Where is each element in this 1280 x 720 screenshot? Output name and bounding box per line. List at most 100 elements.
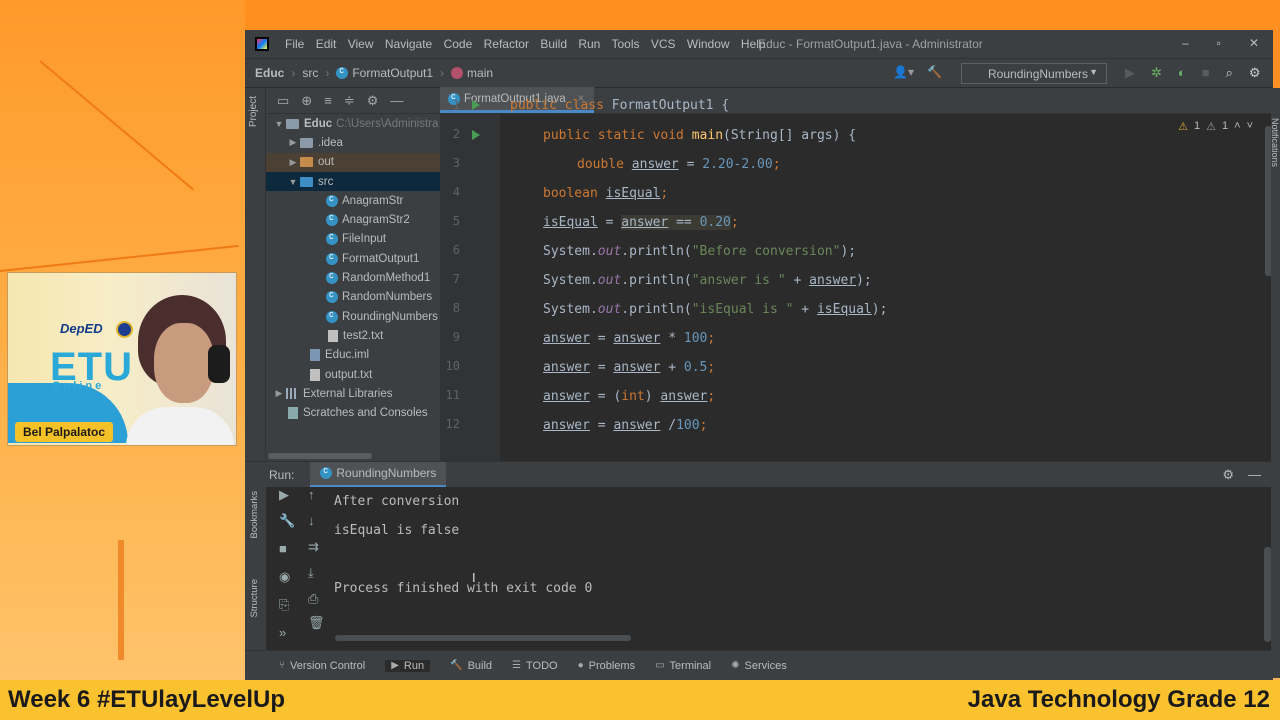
inspection-widget[interactable]: ⚠ 1 ⚠ 1 ˄ ˅ <box>1178 120 1253 133</box>
title-bar: File Edit View Navigate Code Refactor Bu… <box>245 30 1273 58</box>
run-gutter-icon[interactable] <box>472 100 480 110</box>
stop-icon[interactable]: ■ <box>1202 65 1210 81</box>
user-icon[interactable]: 👤▾ 🔨 <box>893 65 942 79</box>
tree-external-libraries[interactable]: ▶ External Libraries <box>266 384 440 403</box>
close-icon[interactable]: ✕ <box>1249 36 1259 50</box>
breadcrumb-folder[interactable]: src <box>302 66 318 80</box>
warning-icon: ⚠ <box>1178 121 1188 133</box>
banner-left-text: Week 6 #ETUlayLevelUp <box>8 686 286 713</box>
console-line: Process finished with exit code 0 <box>334 581 593 596</box>
console-toolbar: ↑ ↓ ⇉ ⤓ ⎙ 🗑 <box>295 487 325 650</box>
collapse-all-icon[interactable]: ≑ <box>344 93 355 109</box>
menu-bar: File Edit View Navigate Code Refactor Bu… <box>285 37 774 51</box>
code-editor[interactable]: FormatOutput1.java × 1 2 3 4 5 6 7 8 9 1… <box>440 87 1273 461</box>
tree-file[interactable]: output.txt <box>266 365 440 384</box>
tree-idea[interactable]: ▶ .idea <box>266 133 440 152</box>
tree-out[interactable]: ▶ out <box>266 152 440 172</box>
more-icon[interactable]: » <box>279 625 286 640</box>
project-scrollbar[interactable] <box>266 451 440 461</box>
run-icon[interactable]: ▶ <box>1125 65 1135 81</box>
settings-icon[interactable]: ⚙ <box>1249 65 1261 81</box>
window-title: Educ - FormatOutput1.java - Administrato… <box>758 37 983 51</box>
bookmarks-label[interactable]: Bookmarks <box>249 491 260 539</box>
chevron-down-icon[interactable]: ˅ <box>1247 120 1253 133</box>
presenter-name: Bel Palpalatoc <box>15 422 114 442</box>
debug-icon[interactable]: ✲ <box>1151 65 1162 81</box>
search-icon[interactable]: ⌕ <box>1226 65 1233 81</box>
breadcrumb-project[interactable]: Educ <box>255 66 284 80</box>
layout-icon[interactable]: ▭ <box>277 93 289 109</box>
menu-window[interactable]: Window <box>687 37 730 51</box>
scroll-end-icon[interactable]: ⤓ <box>308 565 314 581</box>
menu-build[interactable]: Build <box>540 37 567 51</box>
hide-icon[interactable]: — <box>390 93 403 108</box>
navigation-bar: Educ › src › FormatOutput1 › main 👤▾ 🔨 R… <box>245 58 1273 88</box>
layout-icon[interactable]: ⎘ <box>279 597 289 613</box>
run-gutter-icon[interactable] <box>472 130 480 140</box>
run-tab[interactable]: RoundingNumbers <box>310 461 447 488</box>
notifications-label[interactable]: Notifications <box>1270 118 1280 167</box>
run-status-tab[interactable]: ▶ Run <box>385 659 431 672</box>
tree-file[interactable]: AnagramStr2 <box>266 210 440 229</box>
gear-icon[interactable]: ⚙ <box>367 93 379 109</box>
breadcrumb-class[interactable]: FormatOutput1 <box>352 66 433 80</box>
project-tool-label[interactable]: Project <box>248 96 259 127</box>
menu-navigate[interactable]: Navigate <box>385 37 432 51</box>
arrow-up-icon[interactable]: ↑ <box>308 487 315 502</box>
wrap-icon[interactable]: ⇉ <box>308 539 319 555</box>
tree-src[interactable]: ▼ src <box>266 171 440 192</box>
menu-code[interactable]: Code <box>444 37 473 51</box>
trash-icon[interactable]: 🗑 <box>308 615 325 631</box>
tree-scratches[interactable]: Scratches and Consoles <box>266 403 440 422</box>
run-config-select[interactable]: RoundingNumbers ▼ <box>961 63 1107 84</box>
notifications-strip: Notifications <box>1270 88 1280 678</box>
build-tab[interactable]: 🔨 Build <box>450 660 492 672</box>
menu-run[interactable]: Run <box>578 37 600 51</box>
version-control-tab[interactable]: ⑂ Version Control <box>279 660 365 672</box>
tree-file[interactable]: FileInput <box>266 230 440 249</box>
run-panel: Bookmarks Structure ▶ 🔧 ■ ◉ ⎘ » ↑ ↓ ⇉ ⤓ … <box>245 487 1273 650</box>
expand-all-icon[interactable]: ≡ <box>324 93 332 108</box>
menu-tools[interactable]: Tools <box>611 37 639 51</box>
coverage-icon[interactable]: ◐ <box>1178 65 1186 81</box>
tree-file[interactable]: test2.txt <box>266 326 440 345</box>
locate-icon[interactable]: ⊕ <box>301 93 312 109</box>
project-toolbar: ▭ ⊕ ≡ ≑ ⚙ — <box>266 88 440 114</box>
tree-file[interactable]: AnagramStr <box>266 191 440 210</box>
wrench-icon[interactable]: 🔧 <box>279 513 295 529</box>
tree-file[interactable]: RandomMethod1 <box>266 268 440 287</box>
print-icon[interactable]: ⎙ <box>308 591 318 607</box>
menu-refactor[interactable]: Refactor <box>484 37 529 51</box>
console-h-scrollbar[interactable] <box>335 635 631 641</box>
tree-file[interactable]: RandomNumbers <box>266 288 440 307</box>
hide-icon[interactable]: — <box>1248 467 1261 483</box>
arrow-down-icon[interactable]: ↓ <box>308 513 315 528</box>
structure-label[interactable]: Structure <box>249 579 260 618</box>
tree-file[interactable]: FormatOutput1 <box>266 249 440 268</box>
tree-file[interactable]: Educ.iml <box>266 346 440 365</box>
console-v-scrollbar[interactable] <box>1264 547 1271 642</box>
breadcrumb: Educ › src › FormatOutput1 › main <box>255 65 493 80</box>
tree-file[interactable]: RoundingNumbers <box>266 307 440 326</box>
menu-file[interactable]: File <box>285 37 304 51</box>
stop-icon[interactable]: ■ <box>279 541 287 556</box>
gear-icon[interactable]: ⚙ <box>1222 467 1234 483</box>
menu-view[interactable]: View <box>348 37 374 51</box>
rerun-icon[interactable]: ▶ <box>279 487 289 503</box>
terminal-tab[interactable]: ▭ Terminal <box>655 660 711 672</box>
minimize-icon[interactable]: – <box>1182 36 1189 50</box>
left-tool-strip: Bookmarks Structure <box>245 487 266 650</box>
menu-vcs[interactable]: VCS <box>651 37 676 51</box>
breadcrumb-method[interactable]: main <box>467 66 493 80</box>
console-line: After conversion <box>334 494 460 509</box>
online-text: Online <box>52 380 105 392</box>
maximize-icon[interactable]: ▫ <box>1217 36 1221 50</box>
chevron-up-icon[interactable]: ˄ <box>1234 120 1240 133</box>
tree-root[interactable]: ▼ Educ C:\Users\Administra <box>266 114 440 133</box>
camera-icon[interactable]: ◉ <box>279 569 290 585</box>
todo-tab[interactable]: ☰ TODO <box>512 660 558 672</box>
problems-tab[interactable]: ● Problems <box>578 660 636 672</box>
menu-edit[interactable]: Edit <box>316 37 337 51</box>
hammer-icon: 🔨 <box>450 660 463 671</box>
services-tab[interactable]: ✺ Services <box>731 660 787 672</box>
